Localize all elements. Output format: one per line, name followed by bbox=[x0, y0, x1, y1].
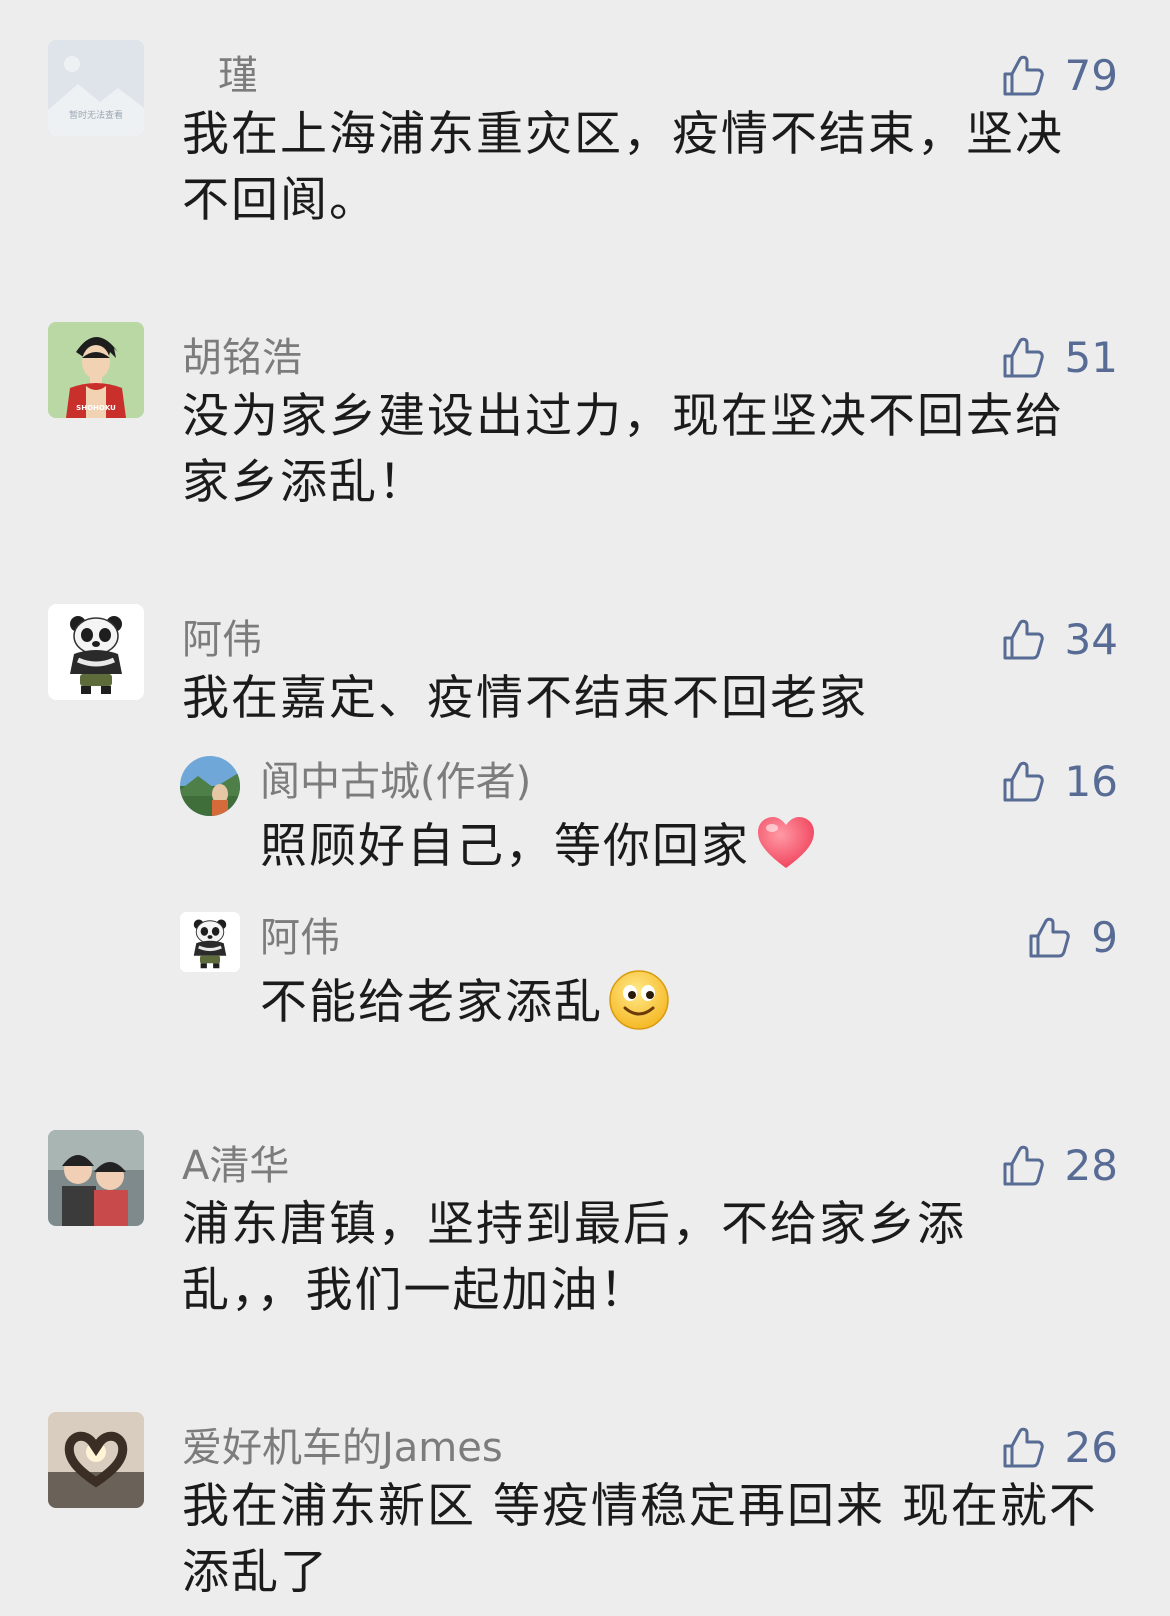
like-count: 16 bbox=[1064, 757, 1118, 806]
thumbs-up-icon bbox=[999, 616, 1047, 664]
like-button[interactable]: 9 bbox=[1025, 908, 1118, 968]
comment-text: 我在嘉定、疫情不结束不回老家 bbox=[182, 671, 868, 726]
avatar[interactable]: SHOHOKU bbox=[48, 322, 144, 418]
reply-text-row: 照顾好自己，等你回家 bbox=[260, 812, 1120, 880]
commenter-name[interactable]: 阿伟 bbox=[182, 614, 262, 666]
comment-text: 没为家乡建设出过力，现在坚决不回去给家乡添乱！ bbox=[182, 389, 1064, 510]
commenter-name[interactable]: 爱好机车的James bbox=[182, 1422, 503, 1474]
jersey-text: SHOHOKU bbox=[76, 404, 116, 412]
thumbs-up-icon bbox=[999, 1424, 1047, 1472]
commenter-name[interactable]: 阿伟 bbox=[260, 912, 340, 964]
comment-text: 我在浦东新区 等疫情稳定再回来 现在就不添乱了 bbox=[182, 1479, 1098, 1600]
reply-text: 不能给老家添乱 bbox=[260, 975, 603, 1030]
like-count: 28 bbox=[1064, 1141, 1118, 1190]
like-count: 26 bbox=[1064, 1423, 1118, 1472]
thumbs-up-icon bbox=[999, 758, 1047, 806]
like-button[interactable]: 16 bbox=[999, 752, 1118, 812]
avatar-heart-hands[interactable] bbox=[48, 1412, 144, 1508]
reply-text: 照顾好自己，等你回家 bbox=[260, 819, 750, 874]
like-button[interactable]: 79 bbox=[999, 46, 1118, 106]
smile-emoji bbox=[607, 968, 671, 1032]
commenter-name[interactable]: 胡铭浩 bbox=[182, 332, 302, 384]
avatar-caption: 暂时无法查看 bbox=[69, 109, 123, 121]
reply-text-row: 不能给老家添乱 bbox=[260, 968, 1120, 1036]
avatar-placeholder[interactable]: 暂时无法查看 bbox=[48, 40, 144, 136]
author-name[interactable]: 阆中古城(作者) bbox=[260, 756, 531, 808]
avatar-panda[interactable] bbox=[48, 604, 144, 700]
avatar-panda[interactable] bbox=[180, 912, 240, 972]
like-button[interactable]: 26 bbox=[999, 1418, 1118, 1478]
comment-list: 暂时无法查看 瑾 79 我在上海浦东重灾区，疫情不结束，坚决不回阆。 SHOHO… bbox=[0, 0, 1170, 1616]
commenter-name[interactable]: A清华 bbox=[182, 1140, 289, 1192]
like-button[interactable]: 28 bbox=[999, 1136, 1118, 1196]
thumbs-up-icon bbox=[999, 52, 1047, 100]
commenter-name[interactable]: 瑾 bbox=[218, 50, 258, 102]
comment-text: 我在上海浦东重灾区，疫情不结束，坚决不回阆。 bbox=[182, 107, 1064, 228]
thumbs-up-icon bbox=[999, 334, 1047, 382]
like-button[interactable]: 34 bbox=[999, 610, 1118, 670]
avatar-kids-photo[interactable] bbox=[48, 1130, 144, 1226]
thumbs-up-icon bbox=[1025, 914, 1073, 962]
thumbs-up-icon bbox=[999, 1142, 1047, 1190]
like-count: 9 bbox=[1091, 913, 1118, 962]
comment-text: 浦东唐镇，坚持到最后，不给家乡添乱，，我们一起加油！ bbox=[182, 1197, 966, 1318]
author-avatar[interactable] bbox=[180, 756, 240, 816]
like-button[interactable]: 51 bbox=[999, 328, 1118, 388]
like-count: 51 bbox=[1064, 333, 1118, 382]
heart-emoji bbox=[754, 812, 818, 876]
like-count: 34 bbox=[1064, 615, 1118, 664]
like-count: 79 bbox=[1064, 51, 1118, 100]
